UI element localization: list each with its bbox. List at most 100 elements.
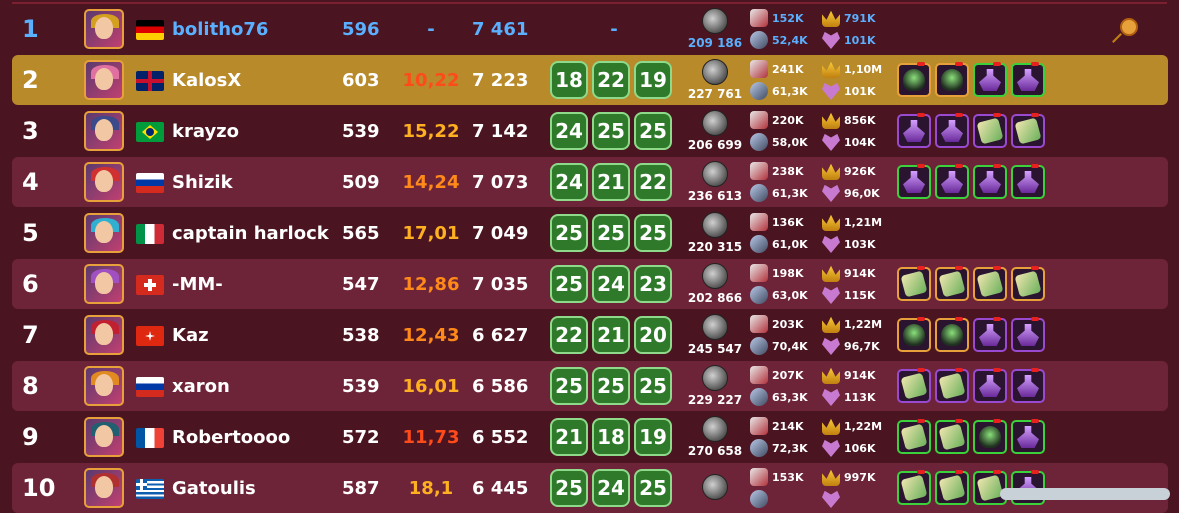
game-score-box: 18	[592, 418, 630, 456]
leaderboard-row[interactable]: 3 krayzo 539 15,22 7 142 24 25 25 206 699 220K 5…	[12, 106, 1168, 156]
equipment-item[interactable]	[973, 164, 1007, 199]
equipment-item[interactable]	[935, 113, 969, 148]
equipment-item[interactable]	[935, 317, 969, 352]
game-score-box: 25	[634, 112, 672, 150]
equipment-item[interactable]	[1011, 317, 1045, 352]
player-name[interactable]: Kaz	[172, 310, 209, 360]
avatar[interactable]	[84, 315, 124, 355]
avatar[interactable]	[84, 60, 124, 100]
player-name[interactable]: bolitho76	[172, 4, 268, 54]
ego-value: 914K	[844, 266, 876, 280]
pin-icon[interactable]	[1120, 18, 1138, 36]
leaderboard-row[interactable]: 7 Kaz 538 12,43 6 627 22 21 20 245 547 203K 70,4…	[12, 310, 1168, 360]
equipment-item[interactable]	[973, 419, 1007, 454]
leaderboard-row[interactable]: 10 Gatoulis 587 18,1 6 445 25 24 25 153K 997K	[12, 463, 1168, 513]
player-name[interactable]: Gatoulis	[172, 463, 256, 513]
bottom-scroll-element[interactable]	[1000, 488, 1170, 500]
equipment-item[interactable]	[1011, 266, 1045, 301]
equipment-item[interactable]	[935, 419, 969, 454]
scroll-icon	[976, 117, 1004, 145]
equipment-item[interactable]	[935, 62, 969, 97]
defense-icon	[750, 490, 768, 508]
country-flag-icon	[136, 173, 164, 193]
equipment-item[interactable]	[1011, 164, 1045, 199]
leaderboard-row[interactable]: 9 Robertoooo 572 11,73 6 552 21 18 19 270 658 21…	[12, 412, 1168, 462]
ratio-value: 11,73	[402, 426, 460, 448]
equipment-item[interactable]	[973, 62, 1007, 97]
equipment-item[interactable]	[897, 470, 931, 505]
ratio-value: 18,1	[408, 477, 454, 499]
leaderboard-row[interactable]: 1 bolitho76 596 - 7 461 - 209 186 152K 52,4K 7…	[12, 4, 1168, 54]
avatar[interactable]	[84, 111, 124, 151]
equipment-item[interactable]	[897, 317, 931, 352]
equipment-item[interactable]	[935, 164, 969, 199]
equipment-item[interactable]	[935, 470, 969, 505]
avatar[interactable]	[84, 366, 124, 406]
defense-icon	[750, 31, 768, 49]
rank: 2	[22, 66, 39, 94]
rank: 9	[22, 423, 39, 451]
equipment-item[interactable]	[897, 164, 931, 199]
combat-stats: 198K 63,0K	[750, 259, 822, 309]
avatar[interactable]	[84, 417, 124, 457]
scroll-icon	[976, 474, 1004, 502]
country-flag-icon	[136, 20, 164, 40]
potion-icon	[1017, 324, 1039, 346]
defense-icon	[750, 439, 768, 457]
coin-icon	[702, 161, 728, 187]
avatar[interactable]	[84, 213, 124, 253]
avatar[interactable]	[84, 468, 124, 508]
equipment-item[interactable]	[973, 266, 1007, 301]
avatar[interactable]	[84, 162, 124, 202]
defense-value: 61,3K	[772, 84, 808, 98]
equipment-item[interactable]	[897, 368, 931, 403]
equipment-item[interactable]	[897, 419, 931, 454]
leaderboard-row[interactable]: 4 Shizik 509 14,24 7 073 24 21 22 236 613 238K 6…	[12, 157, 1168, 207]
leaderboard-row[interactable]: 5 captain harlock 565 17,01 7 049 25 25 25 220 3…	[12, 208, 1168, 258]
ego-stats: 1,22M 96,7K	[822, 310, 894, 360]
player-name[interactable]: Robertoooo	[172, 412, 290, 462]
avatar[interactable]	[84, 264, 124, 304]
potion-icon	[941, 120, 963, 142]
coins-stat: 270 658	[680, 412, 750, 462]
equipment-item[interactable]	[935, 266, 969, 301]
leaderboard-row[interactable]: 8 xaron 539 16,01 6 586 25 25 25 229 227 207K 63…	[12, 361, 1168, 411]
player-name[interactable]: KalosX	[172, 55, 241, 105]
potion-icon	[903, 171, 925, 193]
avatar[interactable]	[84, 9, 124, 49]
leaderboard-row[interactable]: 2 KalosX 603 10,22 7 223 18 22 19 227 761 241K 6…	[12, 55, 1168, 105]
equipment-item[interactable]	[1011, 113, 1045, 148]
equipment-item[interactable]	[897, 62, 931, 97]
country-flag-icon	[136, 122, 164, 142]
player-name[interactable]: krayzo	[172, 106, 239, 156]
crown-icon	[822, 367, 840, 384]
game-score-box: 25	[634, 469, 672, 507]
cauldron-icon	[903, 324, 925, 346]
player-name[interactable]: Shizik	[172, 157, 233, 207]
cauldron-icon	[903, 69, 925, 91]
attack-value: 241K	[772, 62, 804, 76]
equipment-item[interactable]	[1011, 62, 1045, 97]
game-score-box: 21	[592, 163, 630, 201]
harmony-value: 103K	[844, 237, 876, 251]
scroll-icon	[1014, 270, 1042, 298]
player-level: 572	[342, 426, 380, 448]
player-name[interactable]: xaron	[172, 361, 230, 411]
equipment-item[interactable]	[1011, 419, 1045, 454]
leaderboard-row[interactable]: 6 -MM- 547 12,86 7 035 25 24 23 202 866 198K 63,…	[12, 259, 1168, 309]
equipment-item[interactable]	[1011, 368, 1045, 403]
ego-stats: 856K 104K	[822, 106, 894, 156]
player-name[interactable]: -MM-	[172, 259, 223, 309]
equipment-item[interactable]	[935, 368, 969, 403]
ego-value: 997K	[844, 470, 876, 484]
equipment-item[interactable]	[973, 368, 1007, 403]
equipment-item[interactable]	[973, 317, 1007, 352]
harmony-icon	[822, 439, 840, 457]
equipment-item[interactable]	[973, 113, 1007, 148]
coins-value: 202 866	[687, 291, 743, 305]
equipment-item[interactable]	[897, 113, 931, 148]
harmony-icon	[822, 388, 840, 406]
player-name[interactable]: captain harlock	[172, 208, 329, 258]
potion-icon	[979, 375, 1001, 397]
equipment-item[interactable]	[897, 266, 931, 301]
